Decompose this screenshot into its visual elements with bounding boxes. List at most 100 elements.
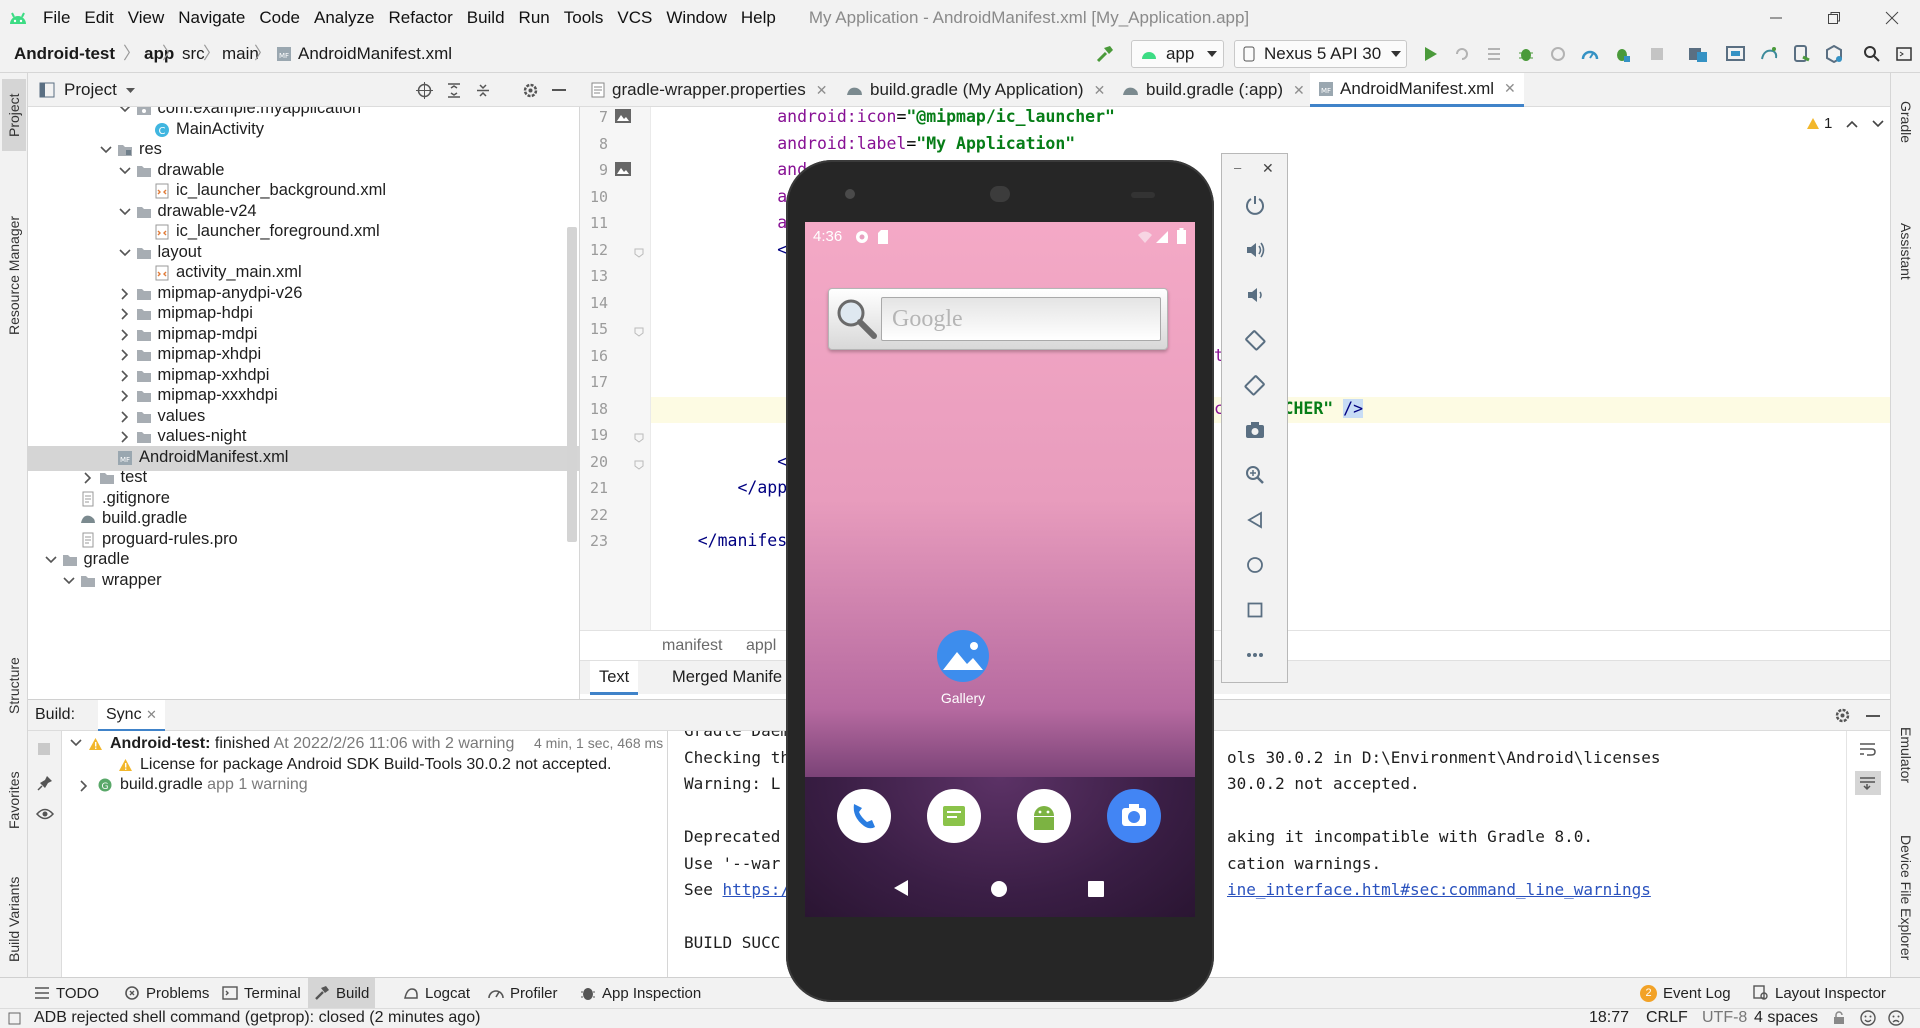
console-link[interactable]: ine_interface.html#sec:command_line_warn… — [1227, 880, 1651, 899]
breadcrumb-src[interactable]: src — [182, 36, 205, 72]
close-tab-icon[interactable]: ✕ — [816, 82, 828, 99]
search-icon[interactable] — [1860, 42, 1884, 66]
close-emulator-icon[interactable]: ✕ — [1262, 160, 1274, 177]
settings-icon[interactable] — [1892, 42, 1916, 66]
fold-marker-icon[interactable] — [634, 433, 644, 443]
scroll-to-end-icon[interactable] — [1855, 771, 1881, 795]
fold-marker-icon[interactable] — [634, 327, 644, 337]
run-config-dropdown[interactable]: app — [1131, 40, 1224, 68]
stop-icon[interactable] — [37, 742, 51, 756]
tool-build[interactable]: Build — [308, 978, 376, 1008]
home-nav-icon[interactable] — [990, 880, 1008, 898]
menu-window[interactable]: Window — [659, 0, 733, 36]
phone-icon[interactable] — [837, 789, 891, 843]
gear-icon[interactable] — [1834, 707, 1851, 724]
chevron-down-icon[interactable] — [118, 205, 132, 219]
tab-text[interactable]: Text — [590, 661, 639, 695]
overview-icon[interactable] — [1242, 597, 1268, 623]
chevron-down-icon[interactable] — [44, 553, 58, 567]
caret-position[interactable]: 18:77 — [1589, 1009, 1629, 1027]
breadcrumb-application[interactable]: appl — [746, 637, 776, 655]
file-encoding[interactable]: UTF-8 — [1702, 1009, 1747, 1027]
image-gutter-icon[interactable] — [615, 109, 631, 123]
rotate-left-icon[interactable] — [1242, 327, 1268, 353]
close-tab-icon[interactable]: ✕ — [146, 707, 157, 722]
zoom-icon[interactable] — [1242, 462, 1268, 488]
tab-gradle-wrapper-properties[interactable]: gradle-wrapper.properties ✕ — [590, 73, 827, 107]
build-tree-row[interactable]: Gbuild.gradle app 1 warning — [62, 776, 668, 796]
apply-changes-icon[interactable] — [1450, 42, 1474, 66]
chevron-right-icon[interactable] — [118, 307, 132, 321]
minimize-button[interactable] — [1748, 0, 1804, 36]
project-structure-icon[interactable] — [1686, 42, 1710, 66]
back-nav-icon[interactable] — [893, 879, 909, 897]
menu-code[interactable]: Code — [252, 0, 307, 36]
tool-tab-build-variants[interactable]: Build Variants — [2, 859, 26, 979]
menu-edit[interactable]: Edit — [77, 0, 120, 36]
hide-icon[interactable] — [1866, 715, 1880, 717]
expand-all-icon[interactable] — [446, 82, 462, 99]
close-tab-icon[interactable]: ✕ — [1293, 82, 1305, 99]
tab-build-gradle-app[interactable]: build.gradle (:app) ✕ — [1122, 73, 1305, 107]
gear-icon[interactable] — [522, 82, 539, 99]
tool-profiler[interactable]: Profiler — [482, 978, 564, 1008]
tree-item[interactable]: wrapper — [28, 569, 579, 594]
locate-file-icon[interactable] — [416, 82, 433, 99]
android-app-icon[interactable] — [1017, 789, 1071, 843]
apply-code-changes-icon[interactable] — [1482, 42, 1506, 66]
project-pane-title[interactable]: Project — [64, 80, 117, 100]
device-dropdown[interactable]: Nexus 5 API 30 — [1234, 40, 1407, 68]
chevron-down-icon[interactable] — [70, 739, 82, 747]
chevron-down-icon[interactable] — [118, 246, 132, 260]
device-manager-icon[interactable] — [1822, 42, 1846, 66]
indent-setting[interactable]: 4 spaces — [1754, 1009, 1818, 1027]
tab-merged-manifest[interactable]: Merged Manife — [672, 661, 782, 693]
tool-tab-resource-manager[interactable]: Resource Manager — [2, 169, 26, 381]
more-icon[interactable] — [1242, 642, 1268, 668]
gradle-sync-icon[interactable] — [1757, 42, 1781, 66]
rotate-right-icon[interactable] — [1242, 372, 1268, 398]
chevron-down-icon[interactable] — [118, 164, 132, 178]
debug-icon[interactable] — [1514, 42, 1538, 66]
menu-vcs[interactable]: VCS — [610, 0, 659, 36]
tab-build-gradle-project[interactable]: build.gradle (My Application) ✕ — [846, 73, 1105, 107]
run-icon[interactable] — [1418, 42, 1442, 66]
gallery-app[interactable]: Gallery — [927, 630, 999, 706]
tool-tab-gradle[interactable]: Gradle — [1894, 79, 1918, 165]
breadcrumb-manifest[interactable]: manifest — [662, 637, 722, 655]
chevron-right-icon[interactable] — [80, 780, 88, 792]
menu-build[interactable]: Build — [460, 0, 512, 36]
chevron-up-icon[interactable] — [1846, 120, 1858, 128]
status-toggle-icon[interactable] — [8, 1012, 21, 1025]
lock-icon[interactable] — [1832, 1011, 1846, 1025]
emulator-screen[interactable]: 4:36 Google Gallery — [805, 222, 1195, 917]
menu-help[interactable]: Help — [734, 0, 783, 36]
chevron-right-icon[interactable] — [118, 389, 132, 403]
tool-app-inspection[interactable]: App Inspection — [574, 978, 707, 1008]
camera-icon[interactable] — [1107, 789, 1161, 843]
hammer-build-icon[interactable] — [1093, 42, 1117, 66]
menu-view[interactable]: View — [121, 0, 172, 36]
fold-marker-icon[interactable] — [634, 460, 644, 470]
chevron-down-icon[interactable] — [62, 574, 76, 588]
google-search-widget[interactable]: Google — [828, 288, 1168, 350]
close-tab-icon[interactable]: ✕ — [1504, 80, 1516, 97]
tab-sync[interactable]: Sync ✕ — [98, 700, 165, 731]
volume-up-icon[interactable] — [1242, 237, 1268, 263]
smiley-icon[interactable] — [1860, 1010, 1876, 1026]
tab-android-manifest[interactable]: MF AndroidManifest.xml ✕ — [1310, 73, 1524, 107]
pin-icon[interactable] — [37, 775, 53, 791]
minimize-emulator-icon[interactable]: – — [1234, 160, 1241, 175]
tool-todo[interactable]: TODO — [28, 978, 105, 1008]
back-icon[interactable] — [1242, 507, 1268, 533]
chevron-right-icon[interactable] — [118, 430, 132, 444]
chevron-down-icon[interactable] — [1872, 119, 1884, 128]
build-tree-row[interactable]: License for package Android SDK Build-To… — [62, 756, 668, 776]
breadcrumb-file[interactable]: AndroidManifest.xml — [298, 36, 452, 72]
stop-icon[interactable] — [1645, 42, 1669, 66]
close-tab-icon[interactable]: ✕ — [1094, 82, 1106, 99]
chevron-down-icon[interactable] — [118, 107, 132, 116]
tool-tab-emulator[interactable]: Emulator — [1894, 705, 1918, 805]
sad-face-icon[interactable] — [1888, 1010, 1904, 1026]
close-window-button[interactable] — [1864, 0, 1920, 36]
